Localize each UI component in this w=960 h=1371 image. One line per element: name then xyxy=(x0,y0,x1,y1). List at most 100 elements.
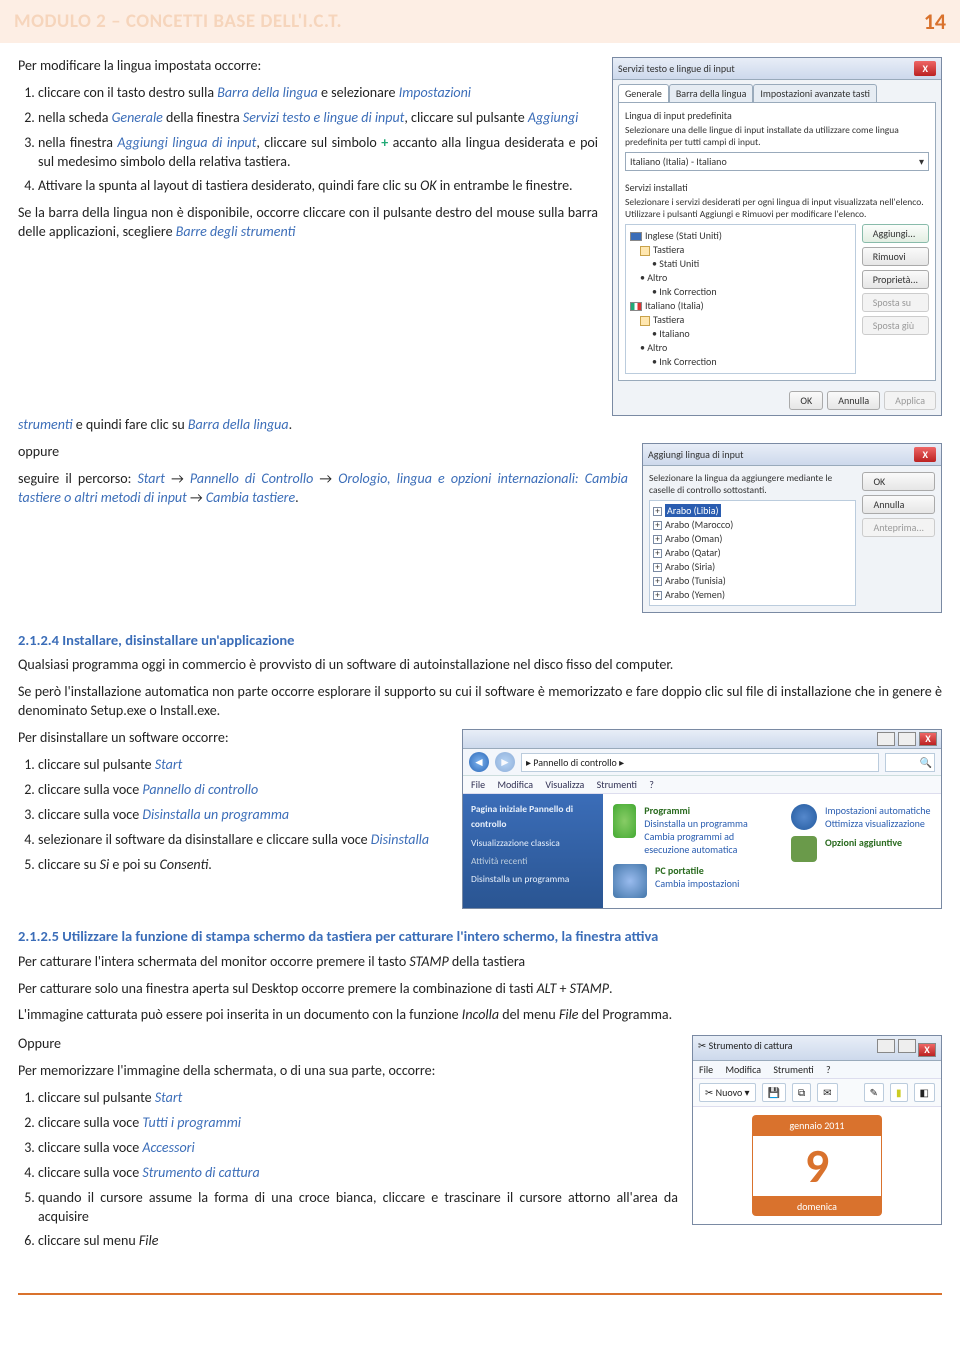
dialog-title: Aggiungi lingua di input xyxy=(648,448,743,461)
uninstall-steps: cliccare sul pulsante Start cliccare sul… xyxy=(18,756,448,874)
sidebar-item[interactable]: Pagina iniziale Pannello di controllo xyxy=(471,802,595,832)
group-installed: Servizi installati xyxy=(625,181,929,194)
sidebar-item[interactable]: Attività recenti xyxy=(471,854,595,869)
list-item: cliccare sulla voce Disinstalla un progr… xyxy=(38,806,448,825)
sec5-p2: Per catturare solo una finestra aperta s… xyxy=(18,980,942,999)
menu-help[interactable]: ? xyxy=(826,1063,831,1076)
laptop-icon xyxy=(613,864,647,898)
sec5-p1: Per catturare l'intera schermata del mon… xyxy=(18,953,942,972)
menu-help[interactable]: ? xyxy=(649,778,654,791)
maximize-icon[interactable] xyxy=(898,732,916,746)
fallback-para-cont: Barre degli strumenti strumenti e quindi… xyxy=(18,416,942,435)
pen-icon[interactable]: ✎ xyxy=(864,1083,884,1102)
tab-generale[interactable]: Generale xyxy=(618,84,669,102)
tab-avanzate[interactable]: Impostazioni avanzate tasti xyxy=(753,84,877,102)
sidebar-item[interactable]: Disinstalla un programma xyxy=(471,872,595,887)
copy-icon[interactable]: ⧉ xyxy=(792,1083,811,1102)
ok-button[interactable]: OK xyxy=(789,391,823,410)
menu-file[interactable]: File xyxy=(699,1063,713,1076)
default-lang-combo[interactable]: Italiano (Italia) - Italiano▾ xyxy=(625,152,929,171)
step-3: nella finestra Aggiungi lingua di input,… xyxy=(38,134,598,172)
scissors-icon: ✂ xyxy=(705,1086,713,1099)
list-item: cliccare sulla voce Tutti i programmi xyxy=(38,1114,678,1133)
sec4-p2: Se però l'installazione automatica non p… xyxy=(18,683,942,721)
intro-text: Per modificare la lingua impostata occor… xyxy=(18,57,598,76)
strumenti: strumenti xyxy=(18,416,73,433)
step-2: nella scheda Generale della finestra Ser… xyxy=(38,109,598,128)
back-icon[interactable]: ◄ xyxy=(469,752,489,772)
sec5-p4: Per memorizzare l'immagine della scherma… xyxy=(18,1062,678,1081)
dialog-text-services: Servizi testo e lingue di input X Genera… xyxy=(612,57,942,416)
menu-edit[interactable]: Modifica xyxy=(497,778,533,791)
list-item: quando il cursore assume la forma di una… xyxy=(38,1189,678,1227)
close-icon[interactable]: X xyxy=(914,61,936,76)
path-para: seguire il percorso: Start → Pannello di… xyxy=(18,470,628,508)
minimize-icon[interactable] xyxy=(877,732,895,746)
properties-button[interactable]: Proprietà... xyxy=(862,270,929,289)
ok-button[interactable]: OK xyxy=(862,472,935,491)
new-button[interactable]: ✂ Nuovo ▾ xyxy=(699,1083,756,1102)
language-tree[interactable]: Inglese (Stati Uniti) Tastiera • Stati U… xyxy=(625,224,856,374)
expand-icon[interactable]: + xyxy=(653,563,662,572)
step-1: cliccare con il tasto destro sulla Barra… xyxy=(38,84,598,103)
expand-icon[interactable]: + xyxy=(653,577,662,586)
mail-icon[interactable]: ✉ xyxy=(817,1083,837,1102)
pc-link[interactable]: Cambia impostazioni xyxy=(655,877,739,890)
expand-icon[interactable]: + xyxy=(653,535,662,544)
page-header: MODULO 2 – CONCETTI BASE DELL'I.C.T. 14 xyxy=(0,0,960,43)
menu-tools[interactable]: Strumenti xyxy=(773,1063,813,1076)
search-input[interactable]: 🔍 xyxy=(885,753,935,772)
address-bar[interactable]: ▸ Pannello di controllo ▸ xyxy=(521,753,879,772)
close-icon[interactable]: X xyxy=(914,447,936,462)
highlighter-icon[interactable]: ▮ xyxy=(890,1083,908,1102)
cancel-button[interactable]: Annulla xyxy=(827,391,880,410)
fallback-para: Se la barra della lingua non è disponibi… xyxy=(18,204,598,242)
sidebar: Pagina iniziale Pannello di controllo Vi… xyxy=(463,794,603,908)
programs-title[interactable]: Programmi xyxy=(644,804,771,817)
expand-icon[interactable]: + xyxy=(653,521,662,530)
control-panel-window: X ◄ ► ▸ Pannello di controllo ▸ 🔍 File M… xyxy=(462,729,942,909)
list-item: cliccare sul menu File xyxy=(38,1232,678,1251)
keyboard-icon xyxy=(640,316,650,326)
forward-icon[interactable]: ► xyxy=(495,752,515,772)
list-item: cliccare sul pulsante Start xyxy=(38,756,448,775)
calendar-month: gennaio 2011 xyxy=(752,1115,882,1136)
apply-button[interactable]: Applica xyxy=(884,391,936,410)
sidebar-item[interactable]: Visualizzazione classica xyxy=(471,836,595,851)
expand-icon[interactable]: + xyxy=(653,549,662,558)
eraser-icon[interactable]: ◧ xyxy=(914,1083,935,1102)
move-down-button[interactable]: Sposta giù xyxy=(862,316,929,335)
uninstall-link[interactable]: Disinstalla un programma xyxy=(644,817,771,830)
minimize-icon[interactable] xyxy=(877,1039,895,1053)
sec4-p3: Per disinstallare un software occorre: xyxy=(18,729,448,748)
globe-icon xyxy=(791,804,817,830)
expand-icon[interactable]: + xyxy=(653,507,662,516)
add-button[interactable]: Aggiungi... xyxy=(862,224,929,243)
close-icon[interactable]: X xyxy=(919,732,937,746)
remove-button[interactable]: Rimuovi xyxy=(862,247,929,266)
menu-bar: File Modifica Strumenti ? xyxy=(693,1061,941,1079)
autorun-link[interactable]: Cambia programmi ad esecuzione automatic… xyxy=(644,830,771,856)
menu-view[interactable]: Visualizza xyxy=(545,778,584,791)
tab-barra-lingua[interactable]: Barra della lingua xyxy=(669,84,754,102)
group-default-lang: Lingua di input predefinita xyxy=(625,109,929,122)
flag-icon xyxy=(630,302,642,311)
page-number: 14 xyxy=(924,8,946,35)
move-up-button[interactable]: Sposta su xyxy=(862,293,929,312)
snip-steps: cliccare sul pulsante Start cliccare sul… xyxy=(18,1089,678,1251)
menu-tools[interactable]: Strumenti xyxy=(597,778,637,791)
menu-file[interactable]: File xyxy=(471,778,485,791)
menu-edit[interactable]: Modifica xyxy=(725,1063,761,1076)
steps-list-1: cliccare con il tasto destro sulla Barra… xyxy=(18,84,598,196)
expand-icon[interactable]: + xyxy=(653,591,662,600)
save-icon[interactable]: 💾 xyxy=(762,1083,786,1102)
section-2124-header: 2.1.2.4 Installare, disinstallare un'app… xyxy=(18,631,942,651)
close-icon[interactable]: X xyxy=(918,1043,936,1057)
pc-title[interactable]: PC portatile xyxy=(655,864,739,877)
maximize-icon[interactable] xyxy=(898,1039,916,1053)
cancel-button[interactable]: Annulla xyxy=(862,495,935,514)
footer-divider xyxy=(18,1293,942,1295)
list-item: cliccare sulla voce Strumento di cattura xyxy=(38,1164,678,1183)
language-list[interactable]: +Arabo (Libia) +Arabo (Marocco) +Arabo (… xyxy=(649,500,856,606)
preview-button[interactable]: Anteprima... xyxy=(862,518,935,537)
